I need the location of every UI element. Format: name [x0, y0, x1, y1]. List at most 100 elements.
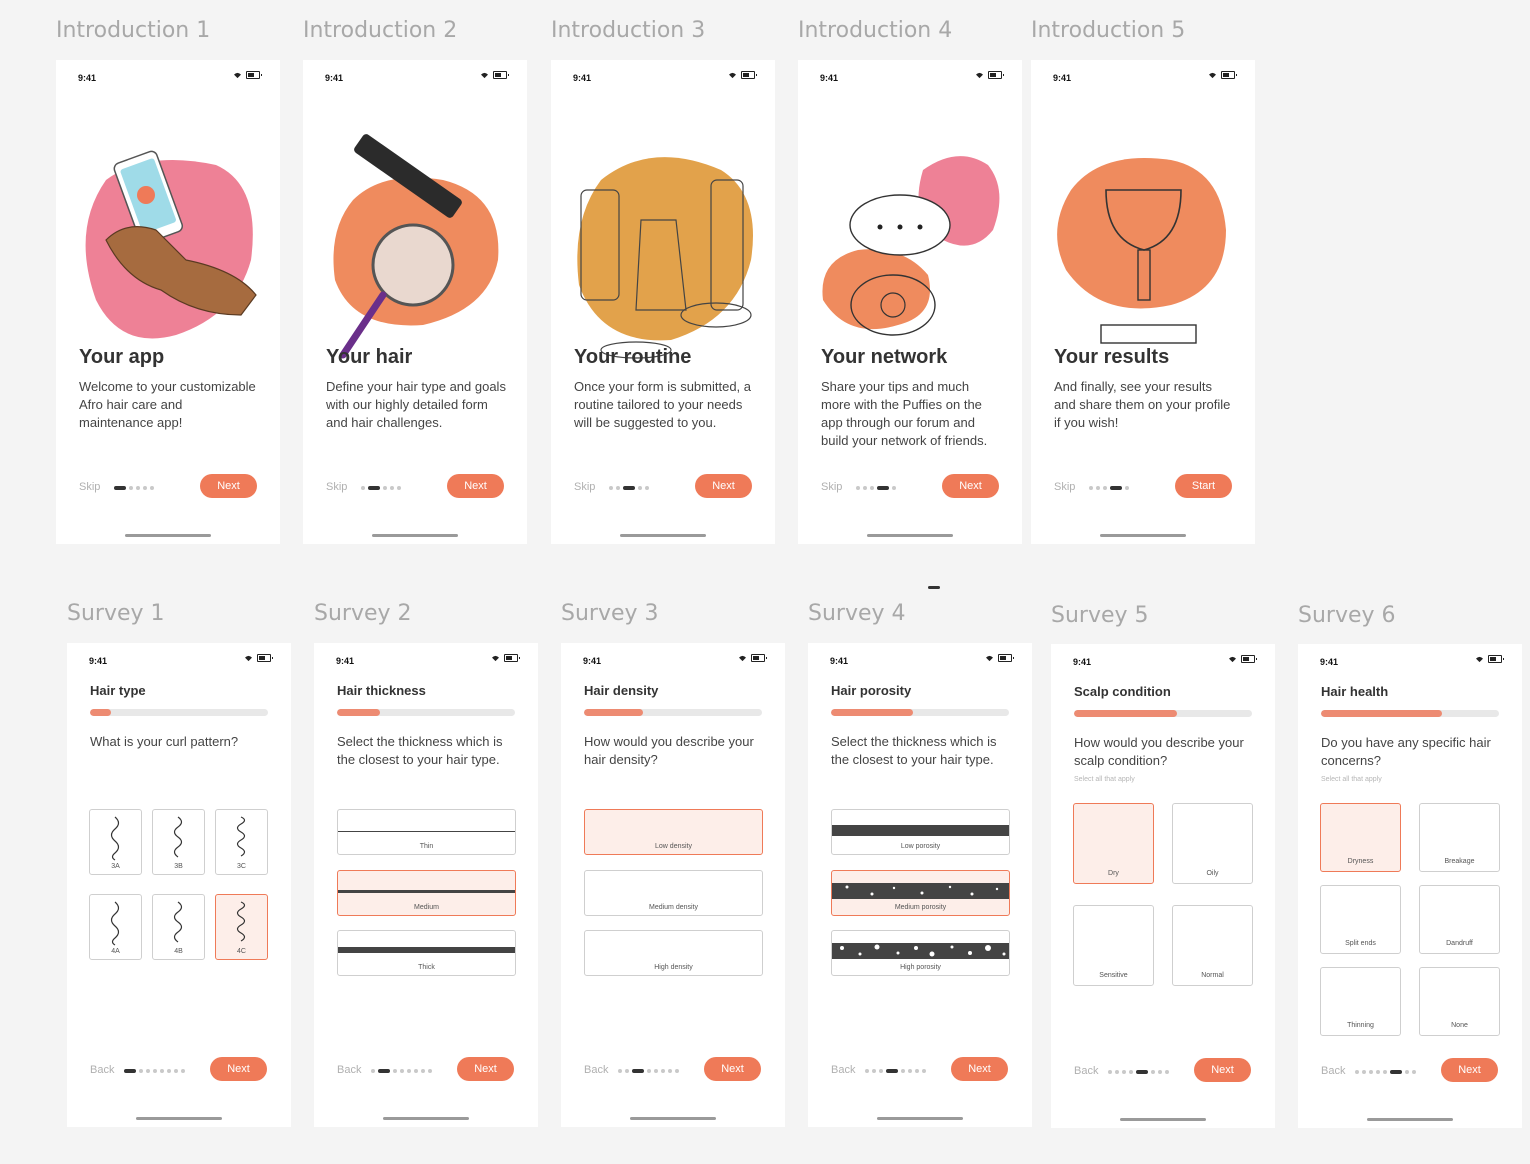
- page-dot: [1151, 1070, 1155, 1074]
- frame-label-intro-5: Introduction 5: [1031, 18, 1186, 43]
- option-label: Medium: [414, 904, 439, 911]
- page-dot: [390, 486, 394, 490]
- page-dot: [668, 1069, 672, 1073]
- page-dot: [647, 1069, 651, 1073]
- page-dot: [174, 1069, 178, 1073]
- curl-option-label: 3C: [237, 863, 246, 870]
- status-time: 9:41: [89, 656, 108, 666]
- next-button[interactable]: Next: [457, 1057, 514, 1081]
- page-dot: [1122, 1070, 1126, 1074]
- back-link[interactable]: Back: [1074, 1065, 1098, 1077]
- page-indicator: [609, 486, 649, 490]
- skip-link[interactable]: Skip: [326, 481, 347, 493]
- concern-option-thinning[interactable]: Thinning: [1320, 967, 1401, 1036]
- start-button[interactable]: Start: [1175, 474, 1232, 498]
- page-dot: [160, 1069, 164, 1073]
- status-icons: [728, 71, 757, 79]
- survey-title: Hair porosity: [831, 683, 912, 698]
- page-dot: [892, 486, 896, 490]
- skip-link[interactable]: Skip: [574, 481, 595, 493]
- wifi-icon: [1476, 656, 1483, 662]
- thickness-option-thick[interactable]: Thick: [337, 930, 516, 976]
- frame-label-survey-1: Survey 1: [67, 601, 165, 626]
- battery-icon: [1488, 655, 1504, 663]
- status-icons: [233, 71, 262, 79]
- back-link[interactable]: Back: [1321, 1065, 1345, 1077]
- scalp-option-normal[interactable]: Normal: [1172, 905, 1253, 986]
- status-icons: [491, 654, 520, 662]
- next-button[interactable]: Next: [210, 1057, 267, 1081]
- battery-icon: [493, 71, 509, 79]
- survey-title: Hair health: [1321, 684, 1389, 699]
- next-button[interactable]: Next: [704, 1057, 761, 1081]
- density-option-medium[interactable]: Medium density: [584, 870, 763, 916]
- trophy-illustration: [1057, 158, 1226, 344]
- progress-fill: [584, 709, 643, 716]
- progress-fill: [1074, 710, 1178, 717]
- progress-fill: [1321, 710, 1443, 717]
- status-icons: [1475, 655, 1504, 663]
- option-label: Breakage: [1444, 858, 1475, 865]
- page-dot: [908, 1069, 912, 1073]
- porosity-option-low[interactable]: Low porosity: [831, 809, 1010, 855]
- concern-option-dryness[interactable]: Dryness: [1320, 803, 1401, 872]
- intro-body: Share your tips and much more with the P…: [821, 379, 988, 448]
- back-link[interactable]: Back: [831, 1064, 855, 1076]
- concern-option-split-ends[interactable]: Split ends: [1320, 885, 1401, 954]
- curl-option-4b[interactable]: 4B: [152, 894, 205, 960]
- porosity-option-high[interactable]: High porosity: [831, 930, 1010, 976]
- status-time: 9:41: [1073, 657, 1092, 667]
- page-dot: [922, 1069, 926, 1073]
- option-label: Split ends: [1345, 940, 1376, 947]
- option-label: Dryness: [1347, 858, 1374, 865]
- page-dot: [654, 1069, 658, 1073]
- density-option-low[interactable]: Low density: [584, 809, 763, 855]
- curl-option-3a[interactable]: 3A: [89, 809, 142, 875]
- skip-link[interactable]: Skip: [1054, 481, 1075, 493]
- status-icons: [985, 654, 1014, 662]
- curl-option-label: 4B: [174, 948, 183, 955]
- concern-option-none[interactable]: None: [1419, 967, 1500, 1036]
- thickness-option-thin[interactable]: Thin: [337, 809, 516, 855]
- next-button[interactable]: Next: [942, 474, 999, 498]
- concern-option-dandruff[interactable]: Dandruff: [1419, 885, 1500, 954]
- option-label: Oily: [1206, 870, 1219, 877]
- curl-pattern-icon: [110, 901, 120, 946]
- page-indicator: [1108, 1070, 1169, 1074]
- porosity-option-medium[interactable]: Medium porosity: [831, 870, 1010, 916]
- status-icons: [1228, 655, 1257, 663]
- next-button[interactable]: Next: [200, 474, 257, 498]
- curl-option-3c[interactable]: 3C: [215, 809, 268, 875]
- scalp-option-dry[interactable]: Dry: [1073, 803, 1154, 884]
- status-time: 9:41: [573, 73, 592, 83]
- skip-link[interactable]: Skip: [79, 481, 100, 493]
- next-button[interactable]: Next: [951, 1057, 1008, 1081]
- page-dot: [661, 1069, 665, 1073]
- survey-hint: Select all that apply: [1074, 776, 1135, 783]
- next-button[interactable]: Next: [1194, 1058, 1251, 1082]
- next-button[interactable]: Next: [695, 474, 752, 498]
- curl-option-4a[interactable]: 4A: [89, 894, 142, 960]
- page-dot: [609, 486, 613, 490]
- back-link[interactable]: Back: [584, 1064, 608, 1076]
- page-dot-active: [114, 486, 126, 490]
- concern-option-breakage[interactable]: Breakage: [1419, 803, 1500, 872]
- status-time: 9:41: [325, 73, 344, 83]
- page-dot-active: [623, 486, 635, 490]
- next-button[interactable]: Next: [447, 474, 504, 498]
- curl-option-4c[interactable]: 4C: [215, 894, 268, 960]
- page-dot: [1103, 486, 1107, 490]
- thickness-option-medium[interactable]: Medium: [337, 870, 516, 916]
- curl-option-3b[interactable]: 3B: [152, 809, 205, 875]
- page-dot: [393, 1069, 397, 1073]
- page-dot: [1369, 1070, 1373, 1074]
- page-indicator: [856, 486, 896, 490]
- scalp-option-oily[interactable]: Oily: [1172, 803, 1253, 884]
- back-link[interactable]: Back: [337, 1064, 361, 1076]
- scalp-option-sensitive[interactable]: Sensitive: [1073, 905, 1154, 986]
- density-option-high[interactable]: High density: [584, 930, 763, 976]
- next-button[interactable]: Next: [1441, 1058, 1498, 1082]
- back-link[interactable]: Back: [90, 1064, 114, 1076]
- skip-link[interactable]: Skip: [821, 481, 842, 493]
- status-time: 9:41: [1053, 73, 1072, 83]
